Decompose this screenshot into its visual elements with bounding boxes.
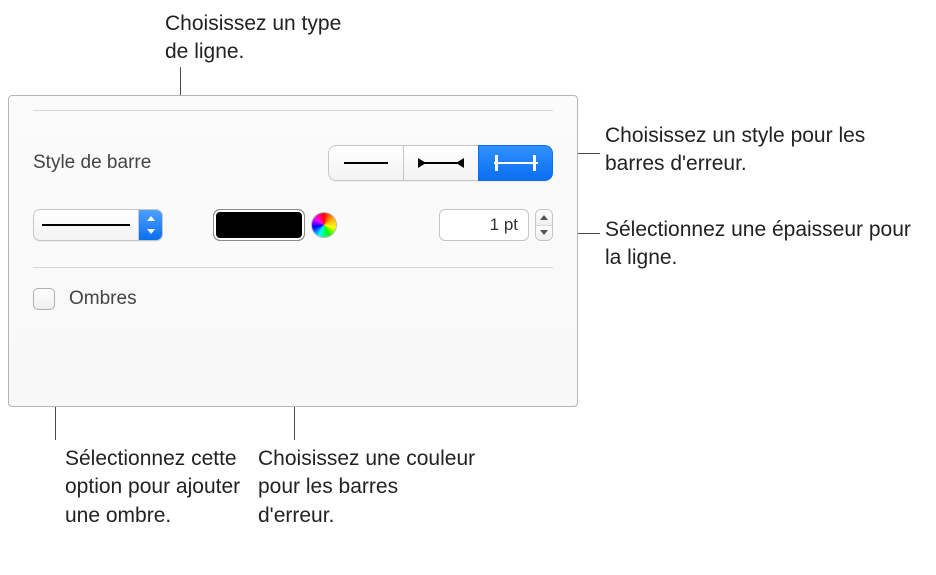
error-bar-style-line[interactable] <box>328 145 403 181</box>
color-controls <box>213 209 337 241</box>
divider <box>33 267 553 268</box>
shadow-checkbox[interactable] <box>33 288 55 310</box>
line-thickness-stepper <box>535 209 553 241</box>
line-icon <box>344 162 388 164</box>
callout-color: Choisissez une couleur pour les barres d… <box>258 445 478 530</box>
color-wheel-icon[interactable] <box>311 212 337 238</box>
stepper-down[interactable] <box>536 225 552 241</box>
callout-shadow: Sélectionnez cette option pour ajouter u… <box>65 445 245 530</box>
cap-right-icon <box>533 155 536 171</box>
callout-bar-style: Choisissez un style pour les barres d'er… <box>605 122 915 179</box>
cap-left-icon <box>495 155 498 171</box>
color-well[interactable] <box>213 209 305 241</box>
callout-thickness: Sélectionnez une épaisseur pour la ligne… <box>605 216 915 273</box>
solid-line-icon <box>42 224 130 226</box>
line-thickness-field[interactable] <box>439 209 529 241</box>
error-bar-style-arrows[interactable] <box>403 145 478 181</box>
error-bar-style-caps[interactable] <box>478 145 553 181</box>
error-bar-style-segmented <box>328 145 553 181</box>
stepper-up[interactable] <box>536 210 552 225</box>
section-title: Style de barre <box>33 152 151 174</box>
callout-line-type: Choisissez un type de ligne. <box>165 10 365 67</box>
triangle-left-icon <box>418 158 426 168</box>
line-thickness-control <box>439 209 553 241</box>
popup-arrows-icon <box>138 210 162 240</box>
triangle-right-icon <box>456 158 464 168</box>
bar-style-panel: Style de barre <box>8 95 578 407</box>
line-type-popup[interactable] <box>33 209 163 241</box>
divider <box>33 110 553 111</box>
shadow-label: Ombres <box>69 288 137 310</box>
cap-line-icon <box>494 162 538 164</box>
